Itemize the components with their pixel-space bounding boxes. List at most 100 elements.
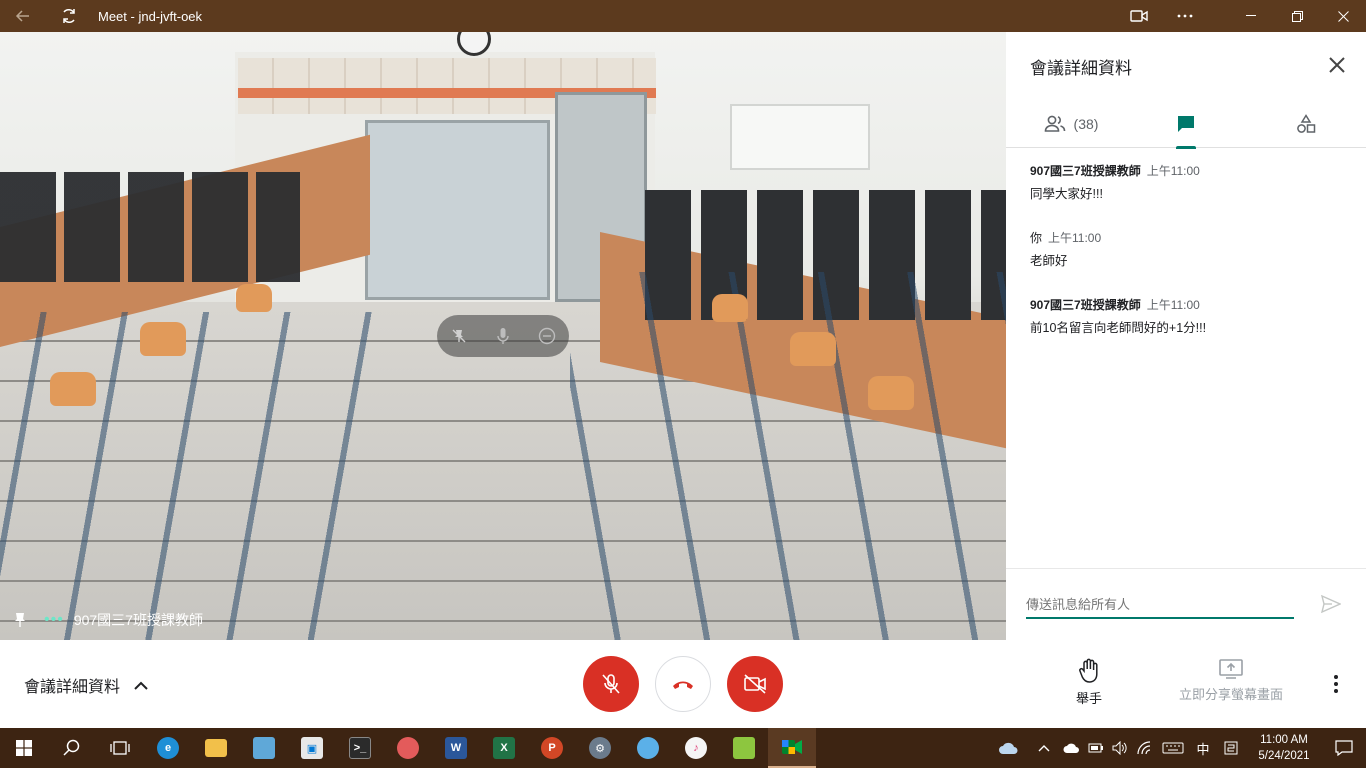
send-icon[interactable] bbox=[1320, 593, 1342, 615]
close-button[interactable] bbox=[1320, 0, 1366, 32]
minimize-button[interactable] bbox=[1228, 0, 1274, 32]
close-panel-icon[interactable] bbox=[1324, 52, 1350, 78]
battery-icon[interactable] bbox=[1084, 728, 1108, 768]
ime-mode-icon[interactable] bbox=[1216, 728, 1246, 768]
system-tray: 中 11:00 AM 5/24/2021 bbox=[988, 728, 1366, 768]
message-sender: 907國三7班授課教師 bbox=[1030, 164, 1141, 178]
people-icon bbox=[1044, 115, 1065, 132]
hand-icon bbox=[1079, 658, 1098, 683]
windows-logo-icon bbox=[16, 740, 32, 756]
itunes-icon[interactable]: ♪ bbox=[672, 728, 720, 768]
chat-input[interactable] bbox=[1026, 591, 1294, 619]
raise-hand-button[interactable]: 舉手 bbox=[1064, 658, 1114, 707]
chevron-up-icon[interactable] bbox=[1028, 728, 1060, 768]
raise-hand-label: 舉手 bbox=[1075, 691, 1102, 706]
chat-message: 907國三7班授課教師 上午11:00 同學大家好!!! bbox=[1030, 162, 1350, 202]
settings-icon[interactable]: ⚙ bbox=[576, 728, 624, 768]
paint-icon[interactable] bbox=[384, 728, 432, 768]
search-icon[interactable] bbox=[48, 728, 96, 768]
restore-button[interactable] bbox=[1274, 0, 1320, 32]
window-title: Meet - jnd-jvft-oek bbox=[98, 8, 203, 24]
chevron-up-icon bbox=[134, 678, 148, 692]
refresh-icon[interactable] bbox=[46, 0, 92, 32]
edge-icon[interactable]: e bbox=[144, 728, 192, 768]
message-text: 同學大家好!!! bbox=[1030, 187, 1103, 201]
present-now-label: 立即分享螢幕畫面 bbox=[1178, 687, 1283, 702]
participant-name-tag: ••• 907國三7班授課教師 bbox=[10, 610, 203, 630]
paint-3d-icon[interactable] bbox=[624, 728, 672, 768]
people-count: (38) bbox=[1073, 116, 1099, 132]
camera-toggle-button[interactable] bbox=[727, 656, 783, 712]
message-time: 上午11:00 bbox=[1048, 231, 1102, 245]
task-view-icon[interactable] bbox=[96, 728, 144, 768]
microphone-icon[interactable] bbox=[489, 322, 517, 350]
ime-indicator[interactable]: 中 bbox=[1190, 728, 1216, 768]
participant-name: 907國三7班授課教師 bbox=[73, 612, 203, 628]
chairs-right bbox=[570, 272, 1006, 640]
meeting-details-panel: 會議詳細資料 (38) 907國三7班授課教師 上午11:00 同學大家好!!! … bbox=[1006, 32, 1366, 640]
chair-backrest bbox=[712, 294, 748, 322]
title-bar: Meet - jnd-jvft-oek bbox=[0, 0, 1366, 32]
bookshelf bbox=[365, 120, 550, 300]
video-feed[interactable]: ••• 907國三7班授課教師 bbox=[0, 32, 1006, 640]
onedrive-icon[interactable] bbox=[1060, 728, 1084, 768]
chat-message: 你上午11:00 老師好 bbox=[1030, 229, 1350, 269]
meet-taskbar-icon[interactable] bbox=[768, 728, 816, 768]
chair-backrest bbox=[50, 372, 96, 406]
notification-icon[interactable] bbox=[1322, 728, 1366, 768]
whiteboard bbox=[730, 104, 870, 170]
more-options-icon[interactable] bbox=[1324, 672, 1348, 696]
message-time: 上午11:00 bbox=[1146, 164, 1200, 178]
taskbar: e ▣ >_ W X P ⚙ ♪ 中 11:00 AM 5/24/2021 bbox=[0, 728, 1366, 768]
remove-icon[interactable] bbox=[533, 322, 561, 350]
tab-activities[interactable] bbox=[1286, 100, 1326, 148]
terminal-icon[interactable]: >_ bbox=[336, 728, 384, 768]
camera-off-icon bbox=[744, 674, 766, 694]
volume-icon[interactable] bbox=[1108, 728, 1132, 768]
control-panel-icon[interactable] bbox=[240, 728, 288, 768]
unpin-icon[interactable] bbox=[445, 322, 473, 350]
powerpoint-icon[interactable]: P bbox=[528, 728, 576, 768]
message-time: 上午11:00 bbox=[1146, 298, 1200, 312]
chat-message: 907國三7班授課教師 上午11:00 前10名留言向老師問好的+1分!!! bbox=[1030, 296, 1350, 336]
message-sender: 你 bbox=[1030, 231, 1043, 245]
tile-controls bbox=[437, 315, 569, 357]
audio-level-icon: ••• bbox=[44, 611, 64, 628]
mic-toggle-button[interactable] bbox=[583, 656, 639, 712]
more-options-icon[interactable] bbox=[1162, 0, 1208, 32]
word-icon[interactable]: W bbox=[432, 728, 480, 768]
chat-icon bbox=[1178, 116, 1194, 132]
clock[interactable]: 11:00 AM 5/24/2021 bbox=[1246, 732, 1322, 764]
chair-backrest bbox=[140, 322, 186, 356]
chair-backrest bbox=[868, 376, 914, 410]
file-explorer-icon[interactable] bbox=[192, 728, 240, 768]
hang-up-icon bbox=[673, 681, 693, 689]
shapes-icon bbox=[1297, 114, 1316, 133]
start-button[interactable] bbox=[0, 728, 48, 768]
camera-icon[interactable] bbox=[1116, 0, 1162, 32]
weather-cloud-icon[interactable] bbox=[988, 728, 1028, 768]
bottom-bar: 會議詳細資料 舉手 立即分享螢幕畫面 bbox=[0, 640, 1366, 728]
keyboard-icon[interactable] bbox=[1156, 728, 1190, 768]
present-screen-icon bbox=[1219, 659, 1243, 679]
chair-backrest bbox=[236, 284, 272, 312]
notepad-icon[interactable] bbox=[720, 728, 768, 768]
store-icon[interactable]: ▣ bbox=[288, 728, 336, 768]
chair-backrest bbox=[790, 332, 836, 366]
message-text: 前10名留言向老師問好的+1分!!! bbox=[1030, 321, 1207, 335]
message-sender: 907國三7班授課教師 bbox=[1030, 298, 1141, 312]
monitors-left bbox=[0, 172, 300, 282]
wifi-icon[interactable] bbox=[1132, 728, 1156, 768]
clock-time: 11:00 AM bbox=[1260, 734, 1308, 746]
meeting-details-label: 會議詳細資料 bbox=[24, 679, 121, 696]
leave-call-button[interactable] bbox=[655, 656, 711, 712]
meeting-details-button[interactable]: 會議詳細資料 bbox=[24, 673, 148, 697]
chat-composer bbox=[1006, 568, 1366, 640]
pin-icon[interactable] bbox=[10, 612, 30, 628]
tab-chat[interactable] bbox=[1166, 100, 1206, 149]
panel-title: 會議詳細資料 bbox=[1030, 59, 1132, 78]
tab-people[interactable]: (38) bbox=[1036, 100, 1106, 148]
excel-icon[interactable]: X bbox=[480, 728, 528, 768]
present-now-button[interactable]: 立即分享螢幕畫面 bbox=[1176, 658, 1286, 703]
back-arrow-icon[interactable] bbox=[0, 0, 46, 32]
